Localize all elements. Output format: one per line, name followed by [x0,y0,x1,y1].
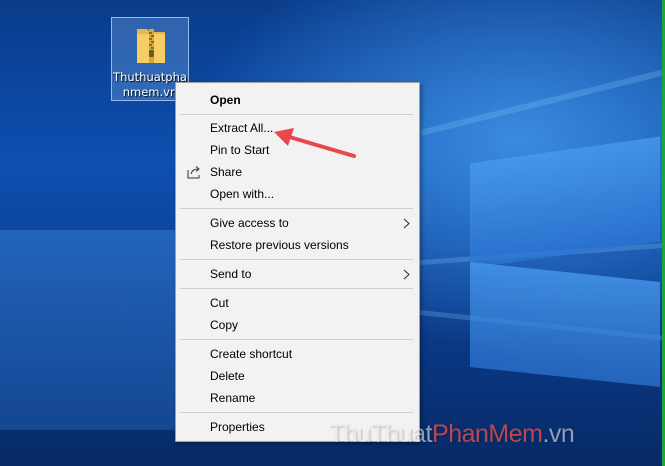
light-beam [420,52,665,136]
windows-logo-pane [470,262,660,387]
watermark-part1: ThuThuat [329,420,433,448]
share-icon [187,166,200,179]
menu-item-copy[interactable]: Copy [176,314,419,336]
menu-item-rename[interactable]: Rename [176,387,419,409]
menu-item-label: Copy [210,318,239,332]
menu-item-label: Give access to [210,216,289,230]
icon-label-line2: nmem.vn [122,85,178,99]
menu-item-label: Cut [210,296,229,310]
menu-separator [180,339,413,340]
zip-folder-icon [137,29,165,63]
menu-item-label: Delete [210,369,245,383]
menu-item-delete[interactable]: Delete [176,365,419,387]
menu-item-label: Rename [210,391,256,405]
menu-item-open[interactable]: Open [176,89,419,111]
menu-separator [180,412,413,413]
menu-separator [180,288,413,289]
menu-item-open-with[interactable]: Open with... [176,183,419,205]
watermark-part2: PhanMem [432,420,543,448]
menu-item-label: Pin to Start [210,143,270,157]
menu-item-send-to[interactable]: Send to [176,263,419,285]
menu-item-label: Restore previous versions [210,238,349,252]
menu-item-label: Properties [210,420,265,434]
chevron-right-icon [403,269,410,280]
watermark: ThuThuatPhanMem.vn [329,420,575,449]
windows-logo-glow [0,230,175,430]
chevron-right-icon [403,218,410,229]
menu-item-restore-previous-versions[interactable]: Restore previous versions [176,234,419,256]
menu-item-label: Extract All... [210,121,274,135]
menu-item-create-shortcut[interactable]: Create shortcut [176,343,419,365]
menu-separator [180,259,413,260]
menu-item-label: Send to [210,267,252,281]
menu-item-label: Open [210,93,241,107]
menu-separator [180,208,413,209]
annotation-arrow-icon [274,128,356,158]
menu-item-label: Share [210,165,243,179]
menu-item-cut[interactable]: Cut [176,292,419,314]
menu-item-give-access-to[interactable]: Give access to [176,212,419,234]
menu-item-label: Create shortcut [210,347,293,361]
menu-item-label: Open with... [210,187,275,201]
menu-separator [180,114,413,115]
menu-item-share[interactable]: Share [176,161,419,183]
watermark-part3: .vn [542,420,575,448]
